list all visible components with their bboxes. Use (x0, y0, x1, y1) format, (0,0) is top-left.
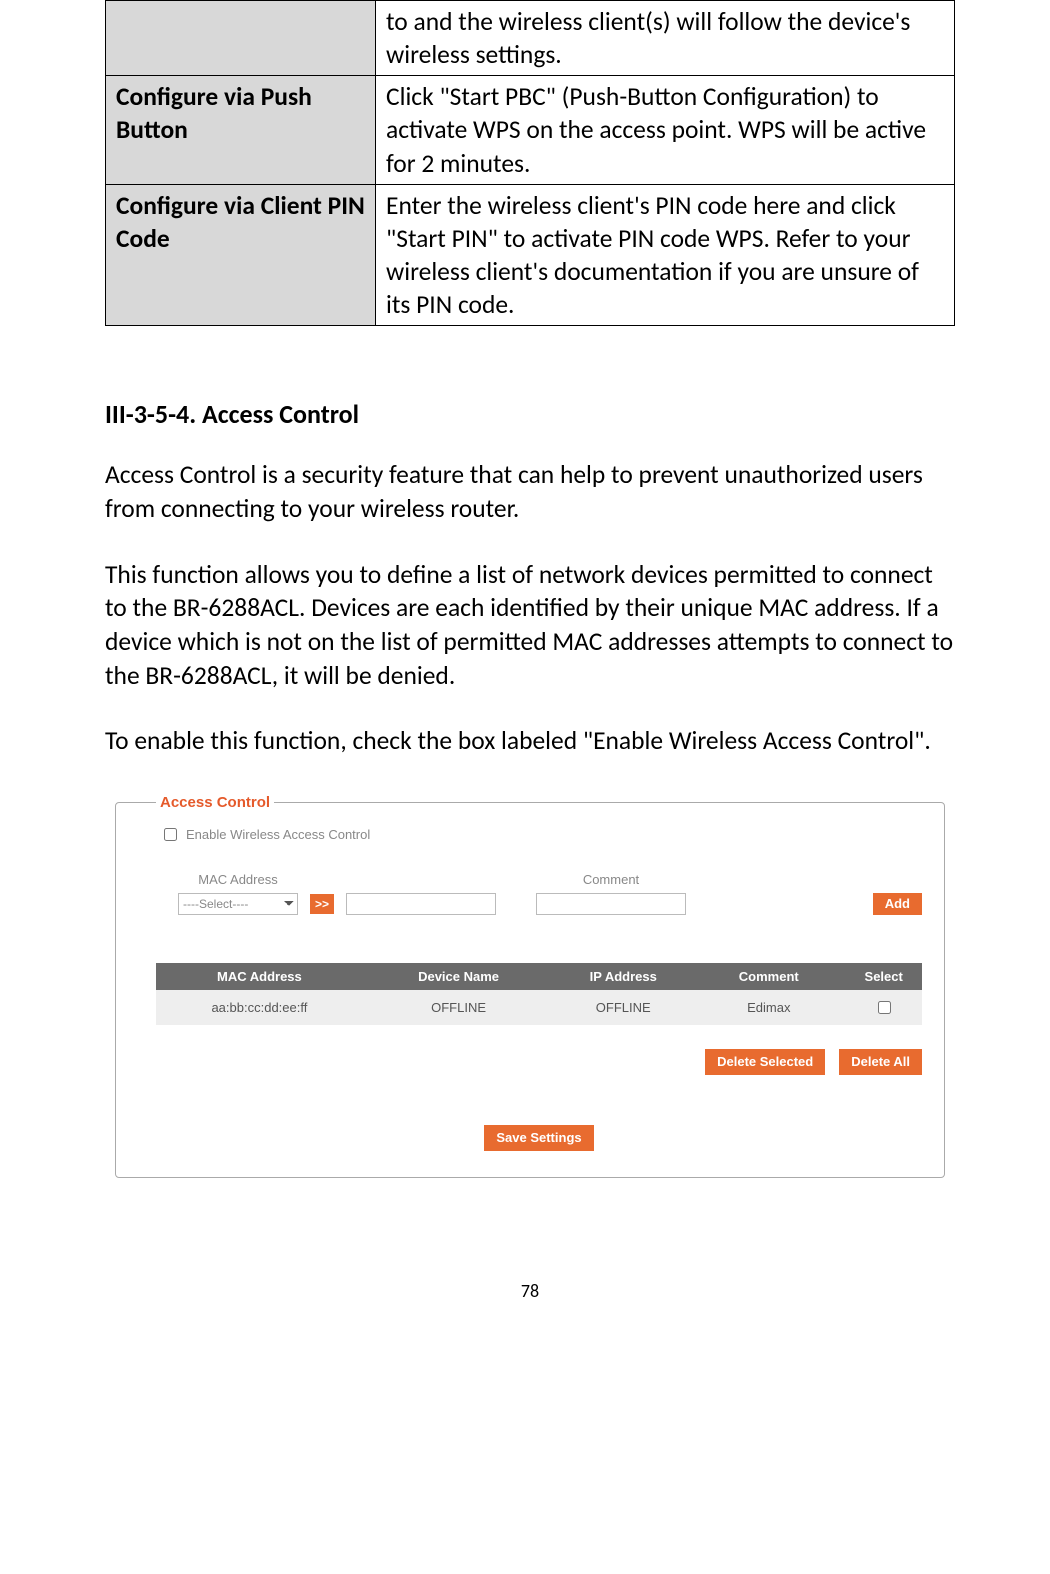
cell-device: OFFLINE (363, 990, 555, 1025)
def-label: Configure via Push Button (106, 76, 376, 184)
cell-mac: aa:bb:cc:dd:ee:ff (156, 990, 363, 1025)
add-button[interactable]: Add (873, 893, 922, 915)
cell-select (845, 990, 922, 1025)
comment-input[interactable] (536, 893, 686, 915)
table-row: to and the wireless client(s) will follo… (106, 1, 955, 76)
save-settings-button[interactable]: Save Settings (484, 1125, 593, 1151)
access-control-table: MAC Address Device Name IP Address Comme… (156, 963, 922, 1025)
def-desc: to and the wireless client(s) will follo… (376, 1, 955, 76)
body-paragraph: To enable this function, check the box l… (105, 724, 955, 758)
delete-all-button[interactable]: Delete All (839, 1049, 922, 1075)
enable-wireless-access-control-checkbox[interactable] (164, 828, 177, 841)
cell-ip: OFFLINE (554, 990, 692, 1025)
access-control-panel: Access Control Enable Wireless Access Co… (115, 794, 945, 1178)
arrow-button[interactable]: >> (310, 894, 334, 914)
section-heading: III-3-5-4. Access Control (105, 398, 955, 430)
def-desc: Enter the wireless client's PIN code her… (376, 184, 955, 326)
enable-label: Enable Wireless Access Control (186, 827, 370, 842)
table-row: Configure via Push Button Click "Start P… (106, 76, 955, 184)
col-ip: IP Address (554, 963, 692, 990)
def-label: Configure via Client PIN Code (106, 184, 376, 326)
col-comment: Comment (692, 963, 845, 990)
col-device: Device Name (363, 963, 555, 990)
comment-label: Comment (536, 872, 686, 887)
cell-comment: Edimax (692, 990, 845, 1025)
def-label (106, 1, 376, 76)
body-paragraph: Access Control is a security feature tha… (105, 458, 955, 525)
panel-legend: Access Control (156, 794, 274, 811)
col-mac: MAC Address (156, 963, 363, 990)
table-row: Configure via Client PIN Code Enter the … (106, 184, 955, 326)
row-select-checkbox[interactable] (878, 1001, 891, 1014)
mac-address-input[interactable] (346, 893, 496, 915)
page-number: 78 (105, 1280, 955, 1302)
body-paragraph: This function allows you to define a lis… (105, 558, 955, 693)
definition-table: to and the wireless client(s) will follo… (105, 0, 955, 326)
col-select: Select (845, 963, 922, 990)
table-row: aa:bb:cc:dd:ee:ff OFFLINE OFFLINE Edimax (156, 990, 922, 1025)
mac-address-select[interactable]: ----Select---- (178, 893, 298, 915)
def-desc: Click "Start PBC" (Push-Button Configura… (376, 76, 955, 184)
mac-address-label: MAC Address (178, 872, 298, 887)
delete-selected-button[interactable]: Delete Selected (705, 1049, 825, 1075)
